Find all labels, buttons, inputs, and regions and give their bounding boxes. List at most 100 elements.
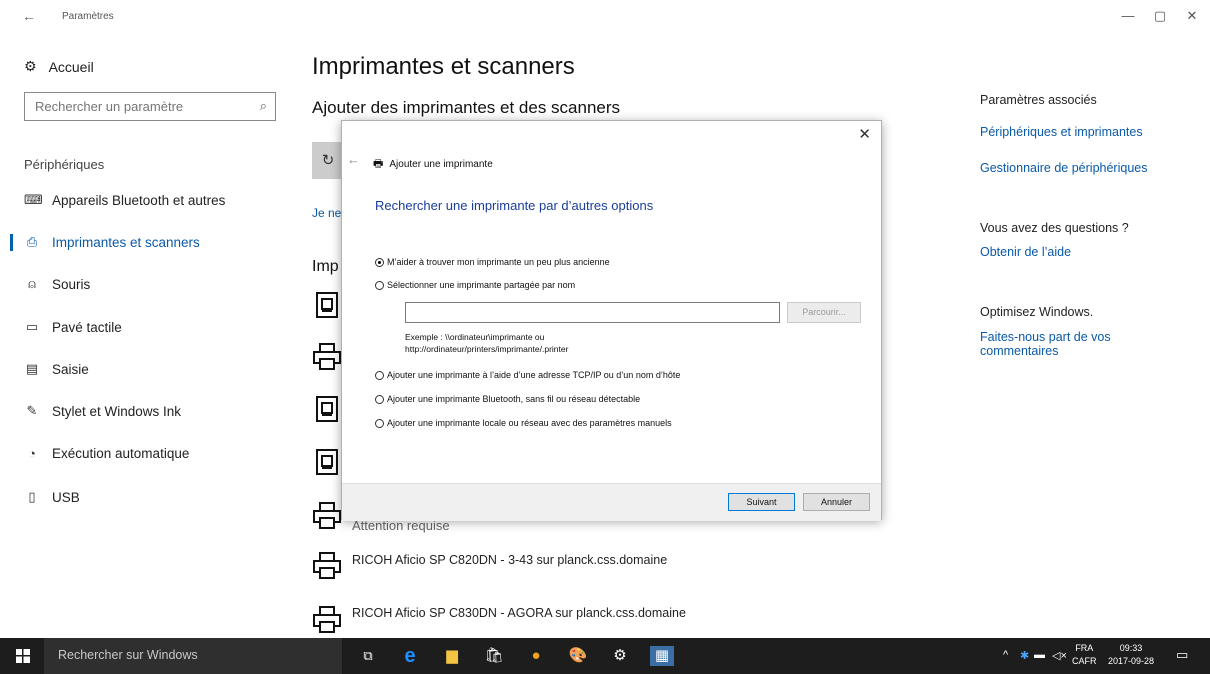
radio-label: Ajouter une imprimante à l’aide d’une ad… bbox=[387, 370, 681, 380]
keyboard-icon: ▤ bbox=[25, 361, 39, 376]
feedback-link-line1: Faites-nous part de vos bbox=[980, 330, 1111, 344]
feedback-link[interactable]: Faites-nous part de vos commentaires bbox=[980, 330, 1111, 358]
pen-icon: ✎ bbox=[26, 403, 38, 418]
restore-button[interactable]: ▢ bbox=[1150, 8, 1170, 24]
keyboard-layout: CAFR bbox=[1072, 656, 1097, 666]
settings-gear-icon[interactable]: ⚙ bbox=[610, 646, 630, 666]
example-line-2: http://ordinateur/printers/imprimante/.p… bbox=[405, 344, 569, 354]
printer-list-item[interactable]: RICOH Aficio SP C830DN - AGORA sur planc… bbox=[352, 606, 686, 620]
file-explorer-icon[interactable]: ▆ bbox=[442, 646, 462, 666]
printers-section-title: Imp bbox=[312, 258, 339, 275]
back-arrow-icon[interactable]: ← bbox=[22, 8, 36, 24]
cancel-button[interactable]: Annuler bbox=[803, 493, 870, 511]
printer-list-item[interactable]: RICOH Aficio SP C820DN - 3-43 sur planck… bbox=[352, 553, 667, 567]
keyboard-device-icon: ⌨ bbox=[24, 192, 43, 207]
taskbar-search-placeholder: Rechercher sur Windows bbox=[58, 648, 198, 662]
radio-tcpip[interactable]: Ajouter une imprimante à l’aide d’une ad… bbox=[375, 370, 680, 380]
radio-local-manual[interactable]: Ajouter une imprimante locale ou réseau … bbox=[375, 418, 672, 428]
browse-button[interactable]: Parcourir... bbox=[787, 302, 861, 323]
dialog-title: 🖶 Ajouter une imprimante bbox=[373, 155, 493, 174]
autoplay-icon: ◔ bbox=[28, 446, 36, 461]
task-view-icon[interactable]: ⧉ bbox=[358, 646, 378, 666]
dialog-close-icon[interactable]: ✕ bbox=[858, 125, 871, 143]
refresh-button[interactable]: ↻ bbox=[312, 142, 344, 179]
add-printer-dialog: ✕ ← 🖶 Ajouter une imprimante Rechercher … bbox=[341, 120, 882, 521]
printer-icon[interactable] bbox=[312, 501, 342, 531]
edge-browser-icon[interactable]: e bbox=[400, 646, 420, 666]
sidebar-item-bluetooth[interactable]: ⌨ Appareils Bluetooth et autres bbox=[24, 192, 225, 208]
clock[interactable]: 09:33 2017-09-28 bbox=[1108, 642, 1154, 668]
windows-start-icon[interactable] bbox=[16, 649, 30, 663]
sidebar-item-label: Exécution automatique bbox=[52, 446, 190, 461]
sidebar-item-label: Pavé tactile bbox=[52, 319, 122, 335]
search-icon[interactable]: ⌕ bbox=[260, 98, 267, 114]
radio-button[interactable] bbox=[375, 418, 384, 428]
sidebar-item-printers[interactable]: ⎙ Imprimantes et scanners bbox=[24, 234, 200, 250]
notification-icon[interactable]: ▭ bbox=[1176, 647, 1188, 663]
devices-printers-link[interactable]: Périphériques et imprimantes bbox=[980, 125, 1143, 139]
next-button[interactable]: Suivant bbox=[728, 493, 795, 511]
sidebar-item-usb[interactable]: ▯ USB bbox=[24, 489, 80, 505]
radio-button-selected[interactable] bbox=[375, 257, 384, 267]
dialog-heading: Rechercher une imprimante par d’autres o… bbox=[375, 198, 654, 213]
radio-bluetooth-wireless[interactable]: Ajouter une imprimante Bluetooth, sans f… bbox=[375, 394, 640, 404]
language-indicator[interactable]: FRA CAFR bbox=[1072, 642, 1097, 668]
active-indicator bbox=[10, 234, 13, 251]
printer-icon[interactable] bbox=[312, 551, 342, 581]
battery-icon[interactable]: ▬ bbox=[1034, 649, 1045, 661]
dialog-back-arrow-icon[interactable]: ← bbox=[347, 152, 360, 167]
optimize-heading: Optimisez Windows. bbox=[980, 305, 1094, 319]
radio-button[interactable] bbox=[375, 280, 384, 290]
clock-date: 2017-09-28 bbox=[1108, 656, 1155, 666]
printer-device-icon[interactable] bbox=[312, 447, 342, 477]
printer-icon[interactable] bbox=[312, 605, 342, 635]
paint-icon[interactable]: 🎨 bbox=[568, 646, 588, 666]
gear-icon: ⚙ bbox=[24, 58, 37, 74]
store-icon[interactable]: 🛍 bbox=[484, 646, 504, 666]
settings-search-box[interactable]: ⌕ bbox=[24, 92, 276, 121]
sidebar-item-typing[interactable]: ▤ Saisie bbox=[24, 361, 89, 377]
printer-icon[interactable] bbox=[312, 342, 342, 372]
window-title: Paramètres bbox=[62, 11, 114, 22]
dialog-title-text: Ajouter une imprimante bbox=[389, 159, 493, 170]
control-panel-icon[interactable]: ▦ bbox=[650, 646, 674, 666]
get-help-link[interactable]: Obtenir de l’aide bbox=[980, 245, 1071, 259]
printer-icon: 🖶 bbox=[373, 158, 384, 170]
sidebar-item-autoplay[interactable]: ◔ Exécution automatique bbox=[24, 446, 189, 461]
device-manager-link[interactable]: Gestionnaire de périphériques bbox=[980, 161, 1147, 175]
add-section-title: Ajouter des imprimantes et des scanners bbox=[312, 98, 621, 117]
touchpad-icon: ▭ bbox=[25, 319, 39, 334]
sidebar-item-pen[interactable]: ✎ Stylet et Windows Ink bbox=[24, 403, 182, 419]
sidebar-item-mouse[interactable]: ⍝ Souris bbox=[24, 276, 90, 292]
bluetooth-icon[interactable]: ✱ bbox=[1020, 649, 1029, 662]
home-label: Accueil bbox=[48, 58, 94, 75]
sidebar-item-label: USB bbox=[52, 489, 80, 505]
mouse-icon: ⍝ bbox=[28, 276, 36, 291]
settings-search-input[interactable] bbox=[25, 93, 255, 120]
shared-printer-name-input[interactable] bbox=[405, 302, 780, 323]
radio-label: Ajouter une imprimante Bluetooth, sans f… bbox=[387, 394, 641, 404]
printer-not-listed-link[interactable]: Je ne bbox=[312, 206, 341, 220]
chevron-up-icon[interactable]: ^ bbox=[1003, 649, 1008, 661]
radio-button[interactable] bbox=[375, 394, 384, 404]
radio-shared-printer[interactable]: Sélectionner une imprimante partagée par… bbox=[375, 280, 575, 290]
radio-label: Ajouter une imprimante locale ou réseau … bbox=[387, 418, 672, 428]
home-link[interactable]: ⚙ Accueil bbox=[24, 58, 94, 75]
dialog-footer: Suivant Annuler bbox=[342, 483, 881, 521]
example-text: Exemple : \\ordinateur\imprimante ou htt… bbox=[405, 331, 568, 355]
feedback-link-line2: commentaires bbox=[980, 344, 1059, 358]
printer-device-icon[interactable] bbox=[312, 290, 342, 320]
minimize-button[interactable]: — bbox=[1118, 8, 1138, 23]
taskbar-search-box[interactable]: Rechercher sur Windows bbox=[44, 638, 342, 674]
printer-icon: ⎙ bbox=[26, 234, 38, 249]
close-window-button[interactable]: ✕ bbox=[1182, 8, 1202, 24]
radio-older-printer[interactable]: M’aider à trouver mon imprimante un peu … bbox=[375, 257, 610, 267]
page-title: Imprimantes et scanners bbox=[312, 53, 575, 80]
sidebar-item-touchpad[interactable]: ▭ Pavé tactile bbox=[24, 319, 122, 335]
chrome-icon[interactable]: ● bbox=[526, 646, 546, 666]
printer-device-icon[interactable] bbox=[312, 394, 342, 424]
usb-icon: ▯ bbox=[28, 489, 36, 504]
volume-icon[interactable]: ◁× bbox=[1052, 649, 1067, 662]
sidebar-item-label: Appareils Bluetooth et autres bbox=[52, 192, 226, 208]
radio-button[interactable] bbox=[375, 370, 384, 380]
